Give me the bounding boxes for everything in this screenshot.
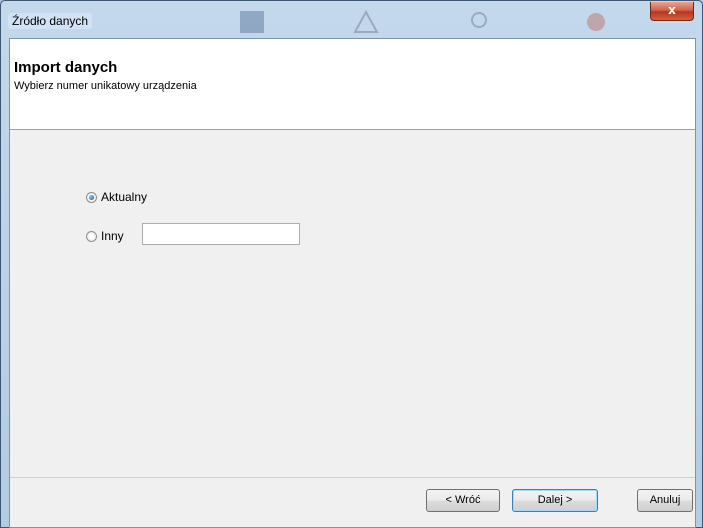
option-current[interactable]: Aktualny <box>86 190 147 204</box>
option-other-label: Inny <box>101 229 124 243</box>
window-title: Źródło danych <box>8 13 93 29</box>
page-title: Import danych <box>14 59 118 76</box>
other-id-input[interactable] <box>142 223 300 245</box>
title-bar[interactable]: Źródło danych x <box>1 1 702 38</box>
close-button[interactable]: x <box>650 2 694 21</box>
cancel-button[interactable]: Anuluj <box>637 489 693 512</box>
wizard-header: Import danych Wybierz numer unikatowy ur… <box>10 39 695 130</box>
background-app-icon <box>587 13 605 31</box>
radio-current[interactable] <box>86 191 97 203</box>
footer-divider <box>10 477 695 478</box>
wizard-window: Źródło danych x Import danych Wybierz nu… <box>0 0 703 528</box>
option-current-label: Aktualny <box>101 190 148 204</box>
option-other[interactable]: Inny <box>86 229 124 243</box>
wizard-client-area: Import danych Wybierz numer unikatowy ur… <box>9 38 696 528</box>
radio-other[interactable] <box>86 230 97 242</box>
next-button[interactable]: Dalej > <box>512 489 598 512</box>
background-app-icon <box>240 11 264 33</box>
close-icon: x <box>668 3 676 17</box>
page-subtitle: Wybierz numer unikatowy urządzenia <box>14 80 197 92</box>
background-app-icon <box>353 10 379 33</box>
background-app-icon <box>471 12 487 28</box>
back-button[interactable]: < Wróć <box>426 489 500 512</box>
